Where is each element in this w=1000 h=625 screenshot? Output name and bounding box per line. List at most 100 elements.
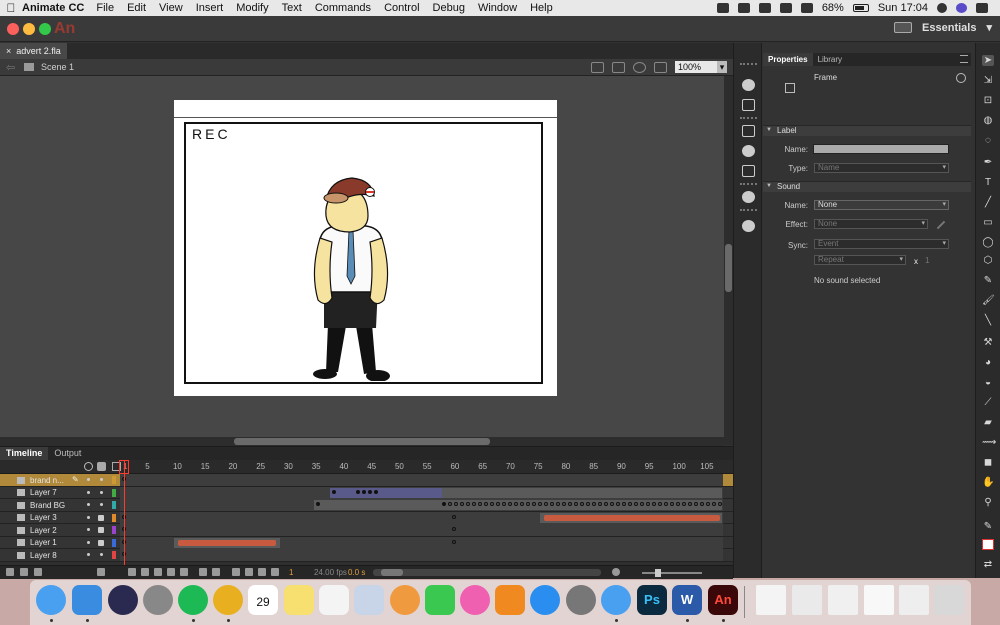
layer-outline-color[interactable] xyxy=(112,488,116,497)
rectangle-tool-icon[interactable]: ▭ xyxy=(982,217,994,228)
keyframe[interactable] xyxy=(718,502,722,506)
keyframe[interactable] xyxy=(568,502,572,506)
clock[interactable]: Sun 17:04 xyxy=(878,2,928,14)
keyframe[interactable] xyxy=(574,502,578,506)
label-section-header[interactable]: Label xyxy=(763,125,971,136)
keyframe[interactable] xyxy=(598,502,602,506)
layer-name[interactable]: Layer 2 xyxy=(30,526,80,535)
keyframe[interactable] xyxy=(652,502,656,506)
notification-center-icon[interactable] xyxy=(976,3,988,13)
stroke-color-icon[interactable]: ✎ xyxy=(982,521,994,532)
sync-select[interactable]: Event xyxy=(814,239,949,249)
close-window-button[interactable] xyxy=(7,23,19,35)
keyframe[interactable] xyxy=(556,502,560,506)
keyframe[interactable] xyxy=(550,502,554,506)
frame-number[interactable]: 45 xyxy=(367,462,376,471)
layer-outline-color[interactable] xyxy=(112,501,116,509)
audio-waveform[interactable] xyxy=(178,539,276,546)
app-store-icon[interactable] xyxy=(530,585,560,615)
show-all-layers-icon[interactable] xyxy=(84,462,93,471)
timeline-zoom-slider[interactable] xyxy=(642,572,702,574)
document-tab-title[interactable]: advert 2.fla xyxy=(16,46,61,56)
battery-percent[interactable]: 68% xyxy=(822,2,844,14)
zoom-select[interactable]: 100% ▾ xyxy=(675,61,727,73)
frame-number[interactable]: 70 xyxy=(506,462,515,471)
subselection-tool-icon[interactable]: ⇲ xyxy=(982,75,994,86)
apple-icon[interactable]:  xyxy=(0,1,22,15)
3d-rotation-tool-icon[interactable]: ◍ xyxy=(982,115,994,126)
zoom-slider-knob[interactable] xyxy=(655,569,661,577)
chrome-icon[interactable] xyxy=(213,585,243,615)
pen-tool-icon[interactable]: ✒ xyxy=(982,157,994,168)
menu-file[interactable]: File xyxy=(96,2,114,14)
layer-frames[interactable] xyxy=(120,486,723,499)
keyframe[interactable] xyxy=(532,502,536,506)
frame-ruler[interactable]: 1 5 10 15 20 25 30 35 40 45 50 55 60 65 70 75 80 85 90 95 10… xyxy=(120,460,723,474)
layer-lock-toggle[interactable] xyxy=(100,490,103,494)
frame-span[interactable] xyxy=(442,487,722,498)
frame-number[interactable]: 105 xyxy=(700,462,713,471)
creative-cloud-icon[interactable] xyxy=(716,3,729,13)
document-tab[interactable]: × advert 2.fla xyxy=(0,43,67,59)
photos-icon[interactable] xyxy=(390,585,420,615)
frame-number[interactable]: 95 xyxy=(645,462,654,471)
frame-number[interactable]: 20 xyxy=(228,462,237,471)
help-icon[interactable] xyxy=(956,73,966,83)
keyframe[interactable] xyxy=(688,502,692,506)
keyframe[interactable] xyxy=(586,502,590,506)
layer-outline-color[interactable] xyxy=(112,476,116,484)
keyframe[interactable] xyxy=(460,502,464,506)
layer-name[interactable]: Layer 1 xyxy=(30,538,80,547)
frame-number[interactable]: 65 xyxy=(478,462,487,471)
spotlight-icon[interactable] xyxy=(937,3,947,13)
keyframe[interactable] xyxy=(712,502,716,506)
layer-lock-toggle[interactable] xyxy=(100,503,103,506)
stage-vertical-scrollbar[interactable] xyxy=(724,76,733,445)
effect-select[interactable]: None xyxy=(814,219,928,229)
frame-rate[interactable]: 24.00 fps xyxy=(314,568,347,577)
layer-row[interactable]: Layer 3 xyxy=(0,511,733,524)
menu-modify[interactable]: Modify xyxy=(236,2,268,14)
edit-envelope-icon[interactable] xyxy=(936,220,946,230)
lock-icon[interactable] xyxy=(98,527,104,533)
modify-markers-icon[interactable] xyxy=(271,568,279,576)
airplay-icon[interactable] xyxy=(779,3,792,13)
layer-frames[interactable] xyxy=(120,524,723,536)
frame-number[interactable]: 60 xyxy=(450,462,459,471)
keyframe[interactable] xyxy=(452,514,456,519)
keyframe[interactable] xyxy=(452,527,456,531)
elapsed-time[interactable]: 0.0 s xyxy=(348,568,365,577)
zoom-window-button[interactable] xyxy=(39,23,51,35)
chevron-down-icon[interactable]: ▾ xyxy=(717,61,727,73)
frame-number[interactable]: 80 xyxy=(561,462,570,471)
layer-frames[interactable] xyxy=(120,536,723,549)
keyframe[interactable] xyxy=(490,502,494,506)
keyframe[interactable] xyxy=(580,502,584,506)
timeline-scrollbar[interactable] xyxy=(373,569,601,576)
app-menu-name[interactable]: Animate CC xyxy=(22,2,84,14)
keyframe[interactable] xyxy=(616,502,620,506)
selection-tool-icon[interactable]: ➤ xyxy=(982,55,994,66)
polystar-tool-icon[interactable]: ⬡ xyxy=(982,255,994,266)
minimized-window-4[interactable] xyxy=(864,585,894,615)
center-stage-icon[interactable] xyxy=(633,61,646,73)
cc-libraries-icon[interactable] xyxy=(742,220,755,232)
stage-canvas[interactable]: REC xyxy=(174,100,557,396)
play-icon[interactable] xyxy=(154,568,162,576)
keyframe[interactable] xyxy=(622,502,626,506)
text-tool-icon[interactable]: T xyxy=(982,177,994,188)
keyframe[interactable] xyxy=(658,502,662,506)
info-icon[interactable] xyxy=(742,145,755,157)
menu-control[interactable]: Control xyxy=(384,2,419,14)
rec-text[interactable]: REC xyxy=(192,126,231,142)
keyframe[interactable] xyxy=(514,502,518,506)
keyframe[interactable] xyxy=(610,502,614,506)
animate-icon[interactable]: An xyxy=(708,585,738,615)
layer-lock-toggle[interactable] xyxy=(100,478,103,481)
menu-debug[interactable]: Debug xyxy=(433,2,465,14)
keyframe[interactable] xyxy=(452,539,456,544)
keyframe[interactable] xyxy=(448,502,452,506)
photoshop-icon[interactable]: Ps xyxy=(637,585,667,615)
keyframe[interactable] xyxy=(694,502,698,506)
keyframe[interactable] xyxy=(628,502,632,506)
